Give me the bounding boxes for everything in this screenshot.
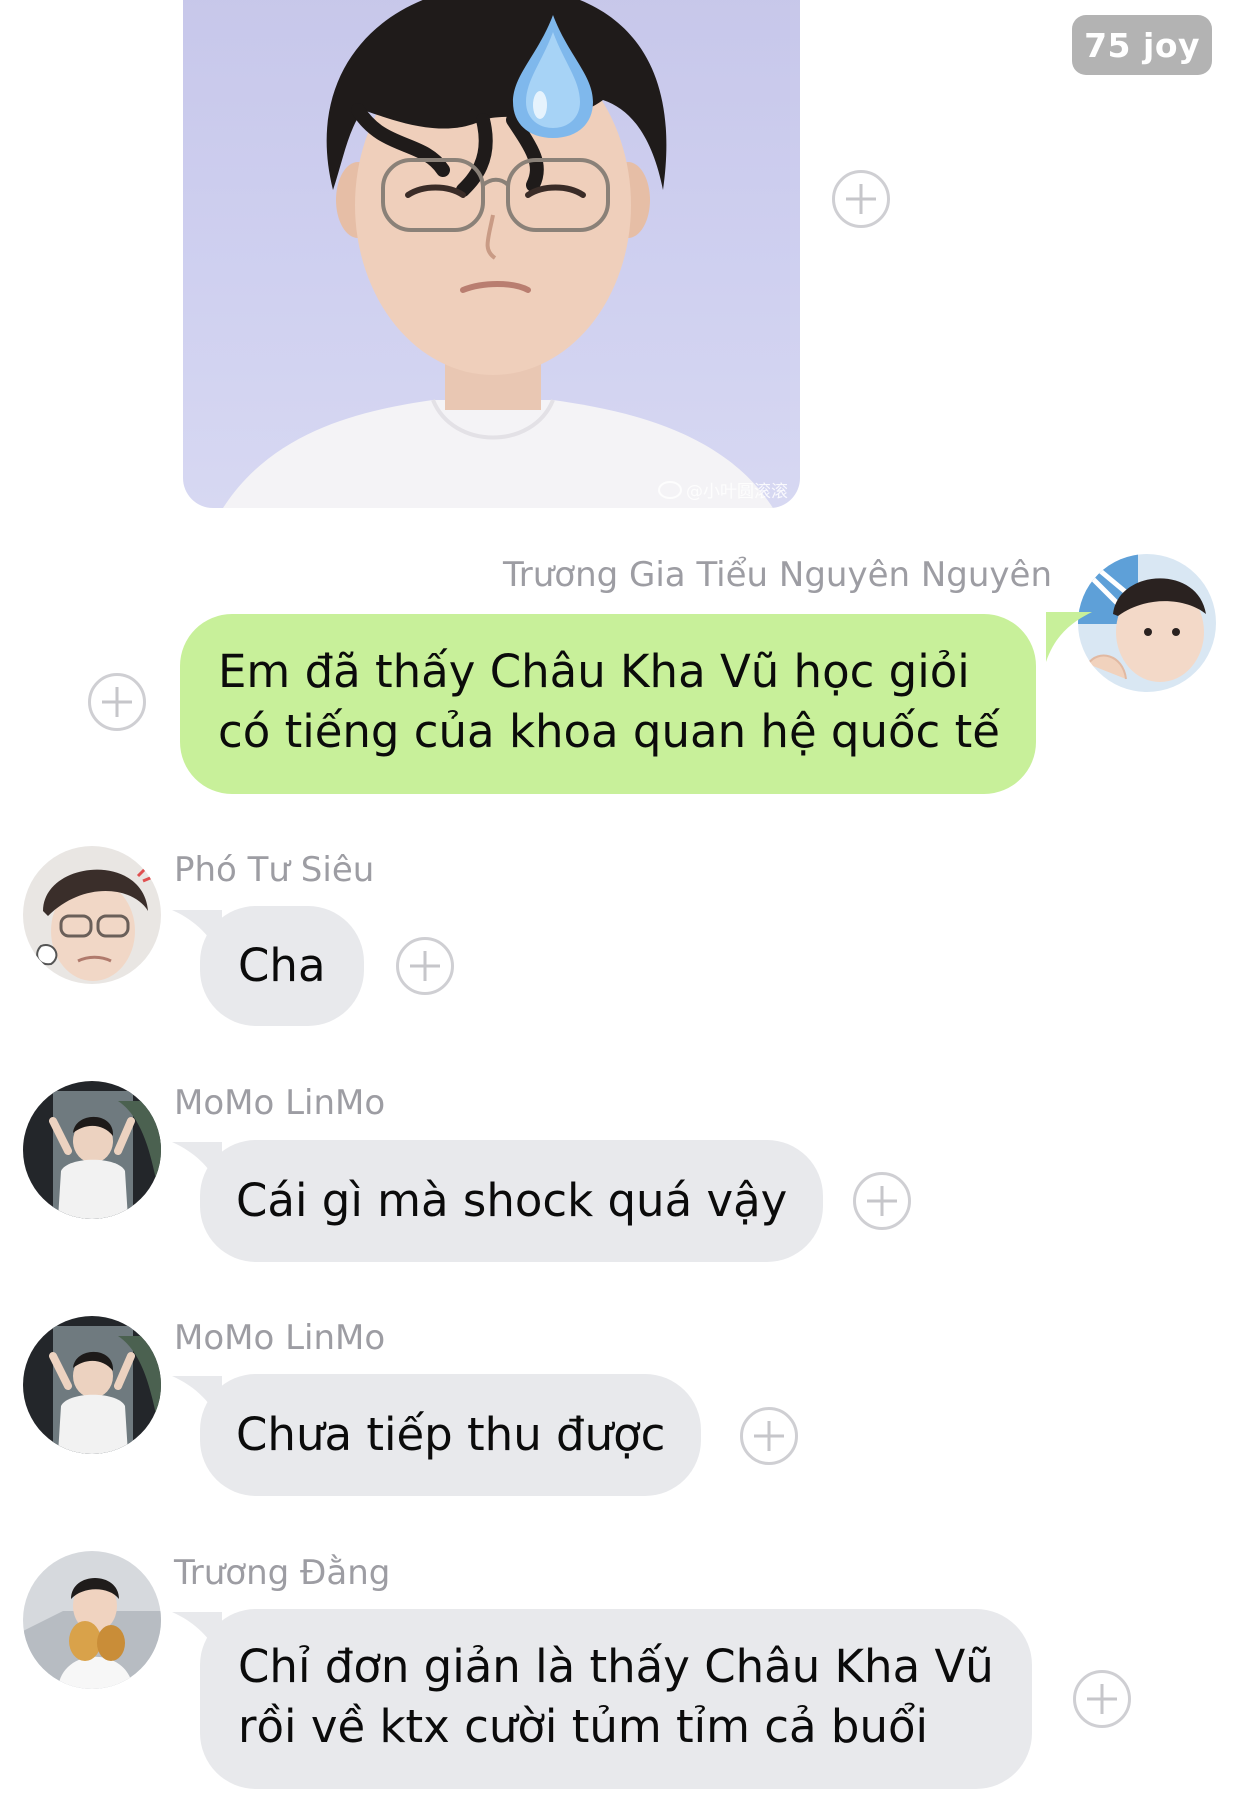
sender-name: MoMo LinMo	[174, 1318, 386, 1358]
message-line: Cha	[238, 939, 326, 992]
bubble-tail	[1046, 612, 1092, 666]
message-bubble-incoming[interactable]: Chưa tiếp thu được	[200, 1374, 702, 1496]
message-bubble-incoming[interactable]: Chỉ đơn giản là thấy Châu Kha Vũ rồi về …	[200, 1609, 1032, 1789]
plus-circle-icon[interactable]	[1073, 1670, 1131, 1728]
message-line: rồi về ktx cười tủm tỉm cả buổi	[238, 1700, 929, 1753]
plus-circle-icon[interactable]	[853, 1172, 911, 1230]
avatar[interactable]	[1078, 554, 1216, 692]
weibo-icon	[658, 480, 682, 499]
plus-circle-icon[interactable]	[396, 937, 454, 995]
avatar[interactable]	[23, 846, 161, 984]
avatar-image	[23, 1551, 161, 1689]
sticker-image[interactable]: @小叶圆滚滚	[183, 0, 800, 508]
joy-badge: 75 joy	[1072, 15, 1212, 75]
avatar[interactable]	[23, 1551, 161, 1689]
message-bubble-incoming[interactable]: Cái gì mà shock quá vậy	[200, 1140, 824, 1262]
sender-name: Trương Gia Tiểu Nguyên Nguyên	[502, 555, 1052, 595]
plus-circle-icon[interactable]	[88, 673, 146, 731]
avatar-image	[23, 1081, 161, 1219]
message-line: Cái gì mà shock quá vậy	[236, 1174, 788, 1227]
sender-name: Trương Đằng	[174, 1553, 391, 1593]
avatar-image	[23, 846, 161, 984]
watermark: @小叶圆滚滚	[658, 477, 788, 502]
plus-circle-icon[interactable]	[740, 1407, 798, 1465]
message-line: có tiếng của khoa quan hệ quốc tế	[218, 705, 1000, 758]
avatar[interactable]	[23, 1081, 161, 1219]
sender-name: MoMo LinMo	[174, 1083, 386, 1123]
message-line: Chỉ đơn giản là thấy Châu Kha Vũ	[238, 1640, 994, 1693]
message-bubble-outgoing[interactable]: Em đã thấy Châu Kha Vũ học giỏi có tiếng…	[180, 614, 1036, 794]
message-bubble-incoming[interactable]: Cha	[200, 906, 364, 1026]
message-line: Chưa tiếp thu được	[236, 1408, 666, 1461]
message-line: Em đã thấy Châu Kha Vũ học giỏi	[218, 645, 970, 698]
avatar-image	[23, 1316, 161, 1454]
sweat-drop-icon	[513, 15, 593, 138]
sticker-face-illustration	[223, 0, 773, 508]
plus-circle-icon[interactable]	[832, 170, 890, 228]
avatar-image	[1078, 554, 1216, 692]
sender-name: Phó Tư Siêu	[174, 850, 375, 890]
watermark-text: @小叶圆滚滚	[686, 482, 788, 502]
joy-badge-text: 75 joy	[1084, 25, 1200, 65]
avatar[interactable]	[23, 1316, 161, 1454]
